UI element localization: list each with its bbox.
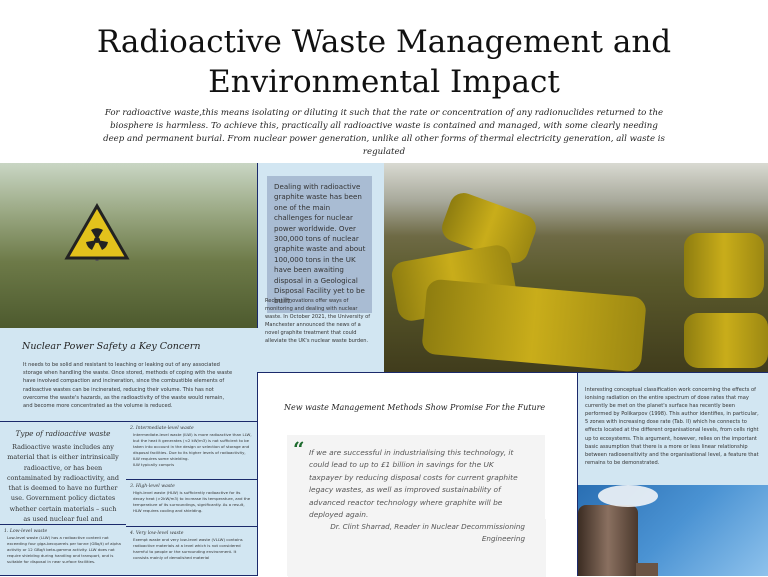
intermediate-heading: 2. Intermediate-level waste bbox=[130, 426, 194, 431]
innovations-text: Recent innovations offer ways of monitor… bbox=[265, 298, 371, 345]
page-title: Radioactive Waste Management and Environ… bbox=[96, 24, 672, 100]
quote-block: “ If we are successful in industrialisin… bbox=[287, 435, 545, 576]
waste-types-box: Type of radioactive waste Radioactive wa… bbox=[0, 422, 127, 544]
high-level-body: High-level waste (HLW) is sufficiently r… bbox=[133, 490, 251, 514]
very-low-heading: 4. Very low-level waste bbox=[130, 531, 184, 536]
quote-text: If we are successful in industrialising … bbox=[309, 448, 518, 520]
subtitle: For radioactive waste,this means isolati… bbox=[103, 108, 665, 157]
low-level-waste-box: 1. Low-level waste Low-level waste (LLW)… bbox=[0, 525, 127, 576]
low-level-body: Low-level waste (LLW) has a radioactive … bbox=[7, 535, 121, 565]
high-level-waste-box: 3. High-level waste High-level waste (HL… bbox=[126, 480, 258, 527]
low-level-heading: 1. Low-level waste bbox=[4, 529, 48, 534]
classification-section: Interesting conceptual classification wo… bbox=[577, 372, 768, 485]
very-low-level-waste-box: 4. Very low-level waste Exempt waste and… bbox=[126, 527, 258, 576]
graphite-panel: Dealing with radioactive graphite waste … bbox=[257, 163, 384, 372]
waste-types-heading: Type of radioactive waste bbox=[15, 429, 111, 438]
radiation-warning-icon bbox=[64, 203, 130, 261]
radiation-sign-photo bbox=[0, 163, 258, 328]
graphite-callout: Dealing with radioactive graphite waste … bbox=[267, 176, 372, 313]
future-heading: New waste Management Methods Show Promis… bbox=[284, 403, 546, 412]
quote-attribution: Dr. Clint Sharrad, Reader in Nuclear Dec… bbox=[330, 522, 525, 544]
safety-section: Nuclear Power Safety a Key Concern It ne… bbox=[0, 328, 258, 422]
intermediate-extra: ILW typically compris bbox=[133, 462, 175, 468]
very-low-body: Exempt waste and very low-level waste (V… bbox=[133, 537, 243, 561]
cooling-towers-photo bbox=[577, 485, 768, 576]
intermediate-level-waste-box: 2. Intermediate-level waste Intermediate… bbox=[126, 422, 258, 480]
safety-body: It needs to be solid and resistant to le… bbox=[23, 362, 233, 410]
safety-heading: Nuclear Power Safety a Key Concern bbox=[22, 341, 201, 352]
quote-mark-icon: “ bbox=[293, 437, 305, 461]
intermediate-body: Intermediate-level waste (ILW) is more r… bbox=[133, 432, 252, 462]
waste-barrels-photo bbox=[384, 163, 768, 373]
classification-text: Interesting conceptual classification wo… bbox=[585, 387, 759, 466]
high-level-heading: 3. High-level waste bbox=[130, 484, 175, 489]
